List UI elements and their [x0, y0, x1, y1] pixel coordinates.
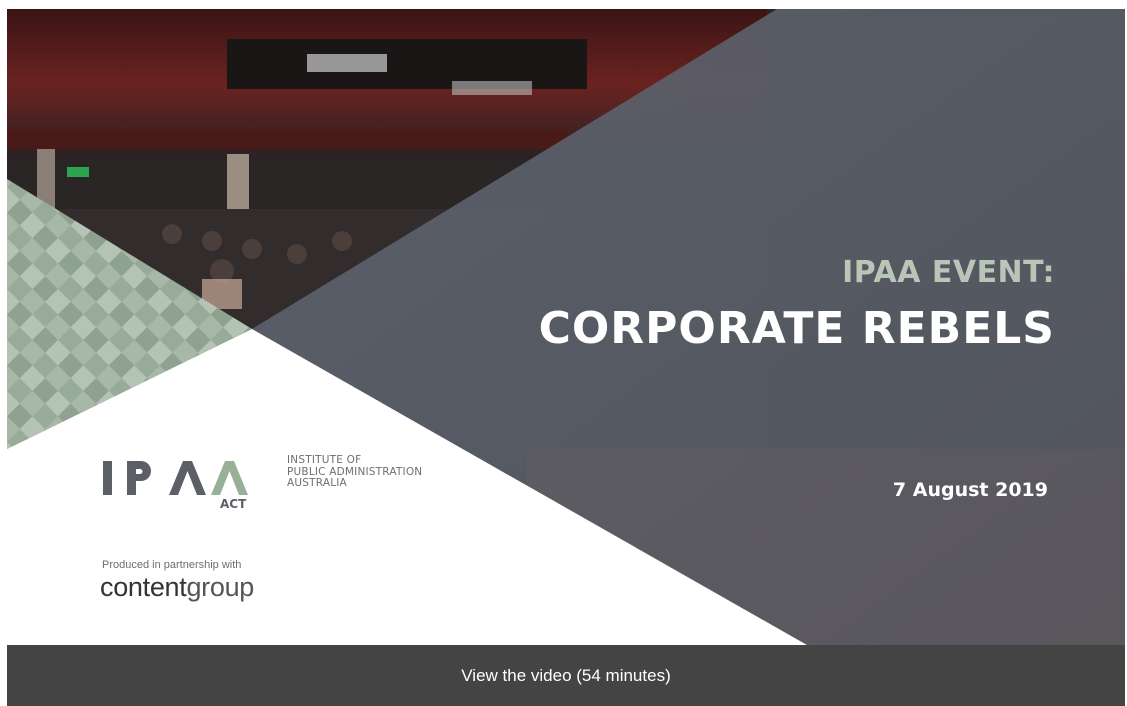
ipaa-logo: ACT INSTITUTE OF PUBLIC ADMINISTRATION A… [97, 449, 497, 529]
event-title: CORPORATE REBELS [538, 303, 1055, 354]
ipaa-full-name: INSTITUTE OF PUBLIC ADMINISTRATION AUSTR… [287, 454, 422, 490]
hero-image[interactable]: IPAA EVENT: CORPORATE REBELS 7 August 20… [7, 9, 1125, 645]
event-date: 7 August 2019 [892, 479, 1048, 501]
partner-name-light: group [186, 572, 255, 602]
partner-note: Produced in partnership with [102, 559, 242, 571]
partner-name-bold: content [100, 572, 187, 602]
ipaa-wordmark-graphic [103, 461, 248, 495]
view-video-label: View the video (54 minutes) [461, 665, 671, 685]
ipaa-name-line: AUSTRALIA [287, 477, 347, 489]
event-label: IPAA EVENT: [842, 255, 1055, 290]
ipaa-name-line: INSTITUTE OF [287, 454, 362, 466]
view-video-link[interactable]: View the video (54 minutes) [7, 645, 1125, 706]
ipaa-act-label: ACT [220, 497, 247, 511]
partner-logo: contentgroup [100, 572, 254, 603]
event-banner: IPAA EVENT: CORPORATE REBELS 7 August 20… [7, 9, 1125, 706]
